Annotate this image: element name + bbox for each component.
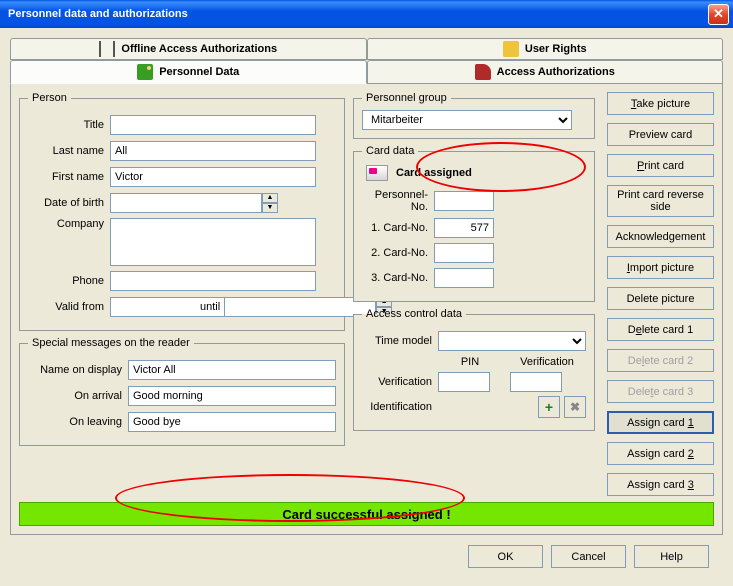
identification-label: Identification [362, 401, 438, 413]
company-label: Company [28, 218, 110, 230]
card2-label: 2. Card-No. [362, 247, 434, 259]
verification-label: Verification [362, 376, 438, 388]
tab-user-rights[interactable]: User Rights [367, 38, 724, 60]
print-reverse-button[interactable]: Print card reverse side [607, 185, 714, 217]
access-auth-icon [475, 64, 491, 80]
dob-input[interactable] [110, 193, 262, 213]
titlebar: Personnel data and authorizations ✕ [0, 0, 733, 28]
lastname-input[interactable] [110, 141, 316, 161]
card3-input[interactable] [434, 268, 494, 288]
verification-pin-input[interactable] [438, 372, 490, 392]
card-status: Card assigned [366, 165, 586, 181]
card-status-text: Card assigned [396, 167, 472, 179]
card-legend: Card data [362, 145, 418, 157]
tab-user-rights-label: User Rights [525, 43, 587, 55]
cancel-button[interactable]: Cancel [551, 545, 626, 568]
status-banner: Card successful assigned ! [19, 502, 714, 526]
take-picture-button[interactable]: TTake pictureake picture [607, 92, 714, 115]
side-button-column: TTake pictureake picture Preview card Pr… [607, 92, 714, 496]
delete-card-1-button[interactable]: Delete card 1 [607, 318, 714, 341]
firstname-input[interactable] [110, 167, 316, 187]
timemodel-select[interactable] [438, 331, 586, 351]
assign-card-1-button[interactable]: Assign card 1 [607, 411, 714, 434]
on-arrival-label: On arrival [28, 390, 128, 402]
acknowledgement-button[interactable]: Acknowledgement [607, 225, 714, 248]
firstname-label: First name [28, 171, 110, 183]
print-card-button[interactable]: Print card [607, 154, 714, 177]
on-leaving-input[interactable] [128, 412, 336, 432]
dob-up[interactable]: ▲ [262, 193, 278, 203]
phone-input[interactable] [110, 271, 316, 291]
tab-row-back: Offline Access Authorizations User Right… [10, 36, 723, 60]
card1-input[interactable] [434, 218, 494, 238]
preview-card-button[interactable]: Preview card [607, 123, 714, 146]
delete-picture-button[interactable]: Delete picture [607, 287, 714, 310]
personnel-no-input[interactable] [434, 191, 494, 211]
validfrom-label: Valid from [28, 301, 110, 313]
tab-personnel-data[interactable]: Personnel Data [10, 60, 367, 84]
title-input[interactable] [110, 115, 316, 135]
personnel-group-fieldset: Personnel group Mitarbeiter [353, 92, 595, 139]
verification-ver-input[interactable] [510, 372, 562, 392]
on-leaving-label: On leaving [28, 416, 128, 428]
special-legend: Special messages on the reader [28, 337, 194, 349]
dob-spinner[interactable]: ▲▼ [110, 193, 196, 213]
validuntil-spinner[interactable]: ▲▼ [224, 297, 310, 317]
card1-label: 1. Card-No. [362, 222, 434, 234]
identification-delete-button[interactable]: ✖ [564, 396, 586, 418]
offline-icon [99, 41, 115, 57]
lastname-label: Last name [28, 145, 110, 157]
verification-header: Verification [516, 356, 578, 368]
help-button[interactable]: Help [634, 545, 709, 568]
tab-access-authorizations[interactable]: Access Authorizations [367, 60, 724, 84]
ok-button[interactable]: OK [468, 545, 543, 568]
tab-access-auth-label: Access Authorizations [497, 66, 615, 78]
user-rights-icon [503, 41, 519, 57]
close-button[interactable]: ✕ [708, 4, 729, 25]
timemodel-label: Time model [362, 335, 438, 347]
acd-headers: PIN Verification [444, 356, 586, 368]
on-arrival-input[interactable] [128, 386, 336, 406]
window-body: Offline Access Authorizations User Right… [0, 28, 733, 586]
access-control-group: Access control data Time model PIN Verif… [353, 308, 595, 431]
special-messages-group: Special messages on the reader Name on d… [19, 337, 345, 446]
tab-personnel-label: Personnel Data [159, 66, 239, 78]
person-group: Person Title Last name First name Date o… [19, 92, 345, 331]
identification-add-button[interactable]: + [538, 396, 560, 418]
tab-offline-label: Offline Access Authorizations [121, 43, 277, 55]
import-picture-button[interactable]: Import picture [607, 256, 714, 279]
phone-label: Phone [28, 275, 110, 287]
tab-row-front: Personnel Data Access Authorizations [10, 60, 723, 84]
card-data-group: Card data Card assigned Personnel-No. 1.… [353, 145, 595, 302]
card3-label: 3. Card-No. [362, 272, 434, 284]
tab-panel: Person Title Last name First name Date o… [10, 84, 723, 535]
company-input[interactable] [110, 218, 316, 266]
assign-card-2-button[interactable]: Assign card 2 [607, 442, 714, 465]
personnel-no-label: Personnel-No. [362, 189, 434, 213]
card2-input[interactable] [434, 243, 494, 263]
personnel-icon [137, 64, 153, 80]
acd-legend: Access control data [362, 308, 466, 320]
name-display-label: Name on display [28, 364, 128, 376]
window-title: Personnel data and authorizations [8, 8, 188, 20]
name-display-input[interactable] [128, 360, 336, 380]
tab-offline-access[interactable]: Offline Access Authorizations [10, 38, 367, 60]
personnel-group-select[interactable]: Mitarbeiter [362, 110, 572, 130]
dob-down[interactable]: ▼ [262, 203, 278, 213]
pin-header: PIN [444, 356, 496, 368]
until-label: until [200, 301, 220, 313]
dob-label: Date of birth [28, 197, 110, 209]
person-legend: Person [28, 92, 71, 104]
card-icon [366, 165, 388, 181]
pgroup-legend: Personnel group [362, 92, 451, 104]
delete-card-3-button: Delete card 3 [607, 380, 714, 403]
delete-card-2-button: Delete card 2 [607, 349, 714, 372]
assign-card-3-button[interactable]: Assign card 3 [607, 473, 714, 496]
title-label: Title [28, 119, 110, 131]
validfrom-spinner[interactable]: ▲▼ [110, 297, 196, 317]
